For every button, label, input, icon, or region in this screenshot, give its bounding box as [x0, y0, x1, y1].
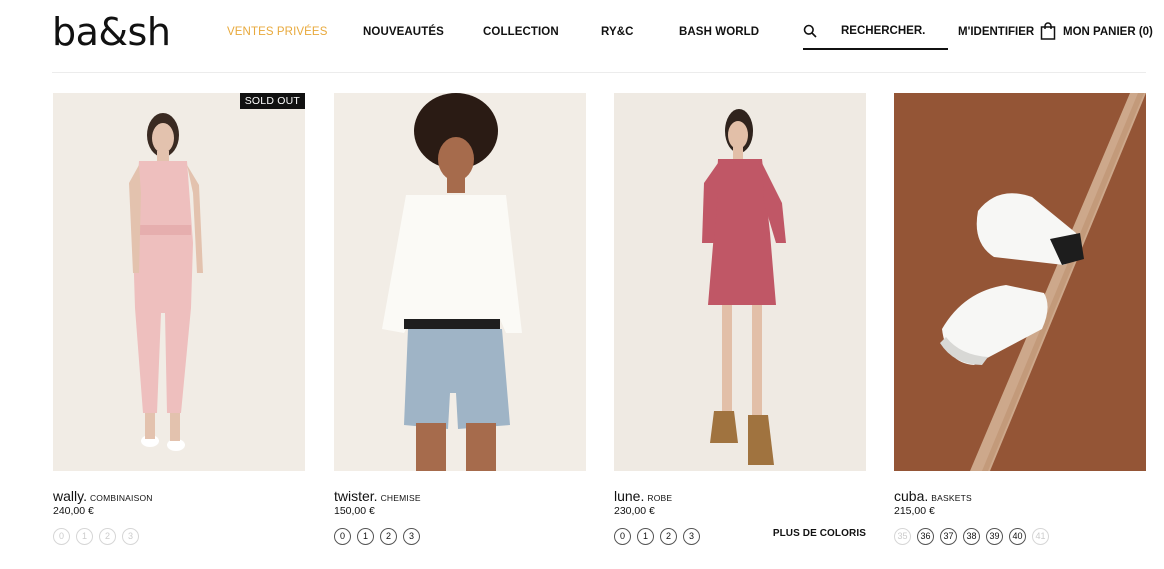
product-name[interactable]: wally. COMBINAISON — [53, 488, 153, 504]
size-option[interactable]: 36 — [917, 528, 934, 545]
nav-item-ryc[interactable]: RY&C — [601, 26, 634, 38]
nav-item-nouveautes[interactable]: NOUVEAUTÉS — [363, 26, 444, 38]
sold-out-badge: SOLD OUT — [239, 93, 305, 109]
product-title[interactable]: cuba. — [894, 488, 928, 504]
size-option[interactable]: 3 — [403, 528, 420, 545]
size-option[interactable]: 1 — [76, 528, 93, 545]
size-option[interactable]: 3 — [683, 528, 700, 545]
search-icon[interactable] — [803, 24, 817, 38]
size-option[interactable]: 1 — [637, 528, 654, 545]
product-name[interactable]: cuba. BASKETS — [894, 488, 972, 504]
more-colors-link[interactable]: PLUS DE COLORIS — [773, 528, 866, 539]
size-option[interactable]: 37 — [940, 528, 957, 545]
product-category: CHEMISE — [380, 493, 421, 503]
product-image[interactable] — [614, 93, 866, 471]
product-title[interactable]: lune. — [614, 488, 644, 504]
product-price: 240,00 € — [53, 505, 94, 517]
size-option[interactable]: 2 — [660, 528, 677, 545]
cart-link[interactable]: MON PANIER (0) — [1063, 26, 1153, 38]
size-option[interactable]: 38 — [963, 528, 980, 545]
product-card-wally[interactable]: SOLD OUT wally. COMBINAISON 240,00 € 0 1 … — [53, 93, 305, 563]
login-link[interactable]: M'IDENTIFIER — [958, 26, 1034, 38]
product-title[interactable]: twister. — [334, 488, 378, 504]
product-title[interactable]: wally. — [53, 488, 87, 504]
size-option[interactable]: 41 — [1032, 528, 1049, 545]
product-card-twister[interactable]: twister. CHEMISE 150,00 € 0 1 2 3 — [334, 93, 586, 563]
nav-item-collection[interactable]: COLLECTION — [483, 26, 559, 38]
product-price: 150,00 € — [334, 505, 375, 517]
nav-item-ventes-privees[interactable]: VENTES PRIVÉES — [227, 26, 327, 38]
size-option[interactable]: 40 — [1009, 528, 1026, 545]
product-card-cuba[interactable]: cuba. BASKETS 215,00 € 35 36 37 38 39 40 … — [894, 93, 1146, 563]
product-category: COMBINAISON — [89, 493, 153, 503]
product-card-lune[interactable]: lune. ROBE 230,00 € 0 1 2 3 PLUS DE COLOR… — [614, 93, 866, 563]
product-category: ROBE — [647, 493, 673, 503]
product-image[interactable] — [334, 93, 586, 471]
product-price: 230,00 € — [614, 505, 655, 517]
product-price: 215,00 € — [894, 505, 935, 517]
product-image[interactable] — [53, 93, 305, 471]
size-option[interactable]: 1 — [357, 528, 374, 545]
size-option[interactable]: 2 — [99, 528, 116, 545]
shopping-bag-icon[interactable] — [1040, 22, 1056, 40]
size-option[interactable]: 0 — [53, 528, 70, 545]
nav-item-bash-world[interactable]: BASH WORLD — [679, 26, 759, 38]
product-name[interactable]: lune. ROBE — [614, 488, 672, 504]
header-divider — [52, 72, 1146, 73]
size-option[interactable]: 39 — [986, 528, 1003, 545]
product-name[interactable]: twister. CHEMISE — [334, 488, 421, 504]
search-label[interactable]: RECHERCHER. — [841, 25, 925, 37]
size-option[interactable]: 35 — [894, 528, 911, 545]
size-option[interactable]: 2 — [380, 528, 397, 545]
product-image[interactable] — [894, 93, 1146, 471]
size-option[interactable]: 0 — [334, 528, 351, 545]
size-option[interactable]: 3 — [122, 528, 139, 545]
size-option[interactable]: 0 — [614, 528, 631, 545]
product-category: BASKETS — [931, 493, 972, 503]
site-header: ba&sh VENTES PRIVÉES NOUVEAUTÉS COLLECTI… — [0, 0, 1164, 73]
search-field[interactable]: RECHERCHER. — [803, 22, 948, 50]
